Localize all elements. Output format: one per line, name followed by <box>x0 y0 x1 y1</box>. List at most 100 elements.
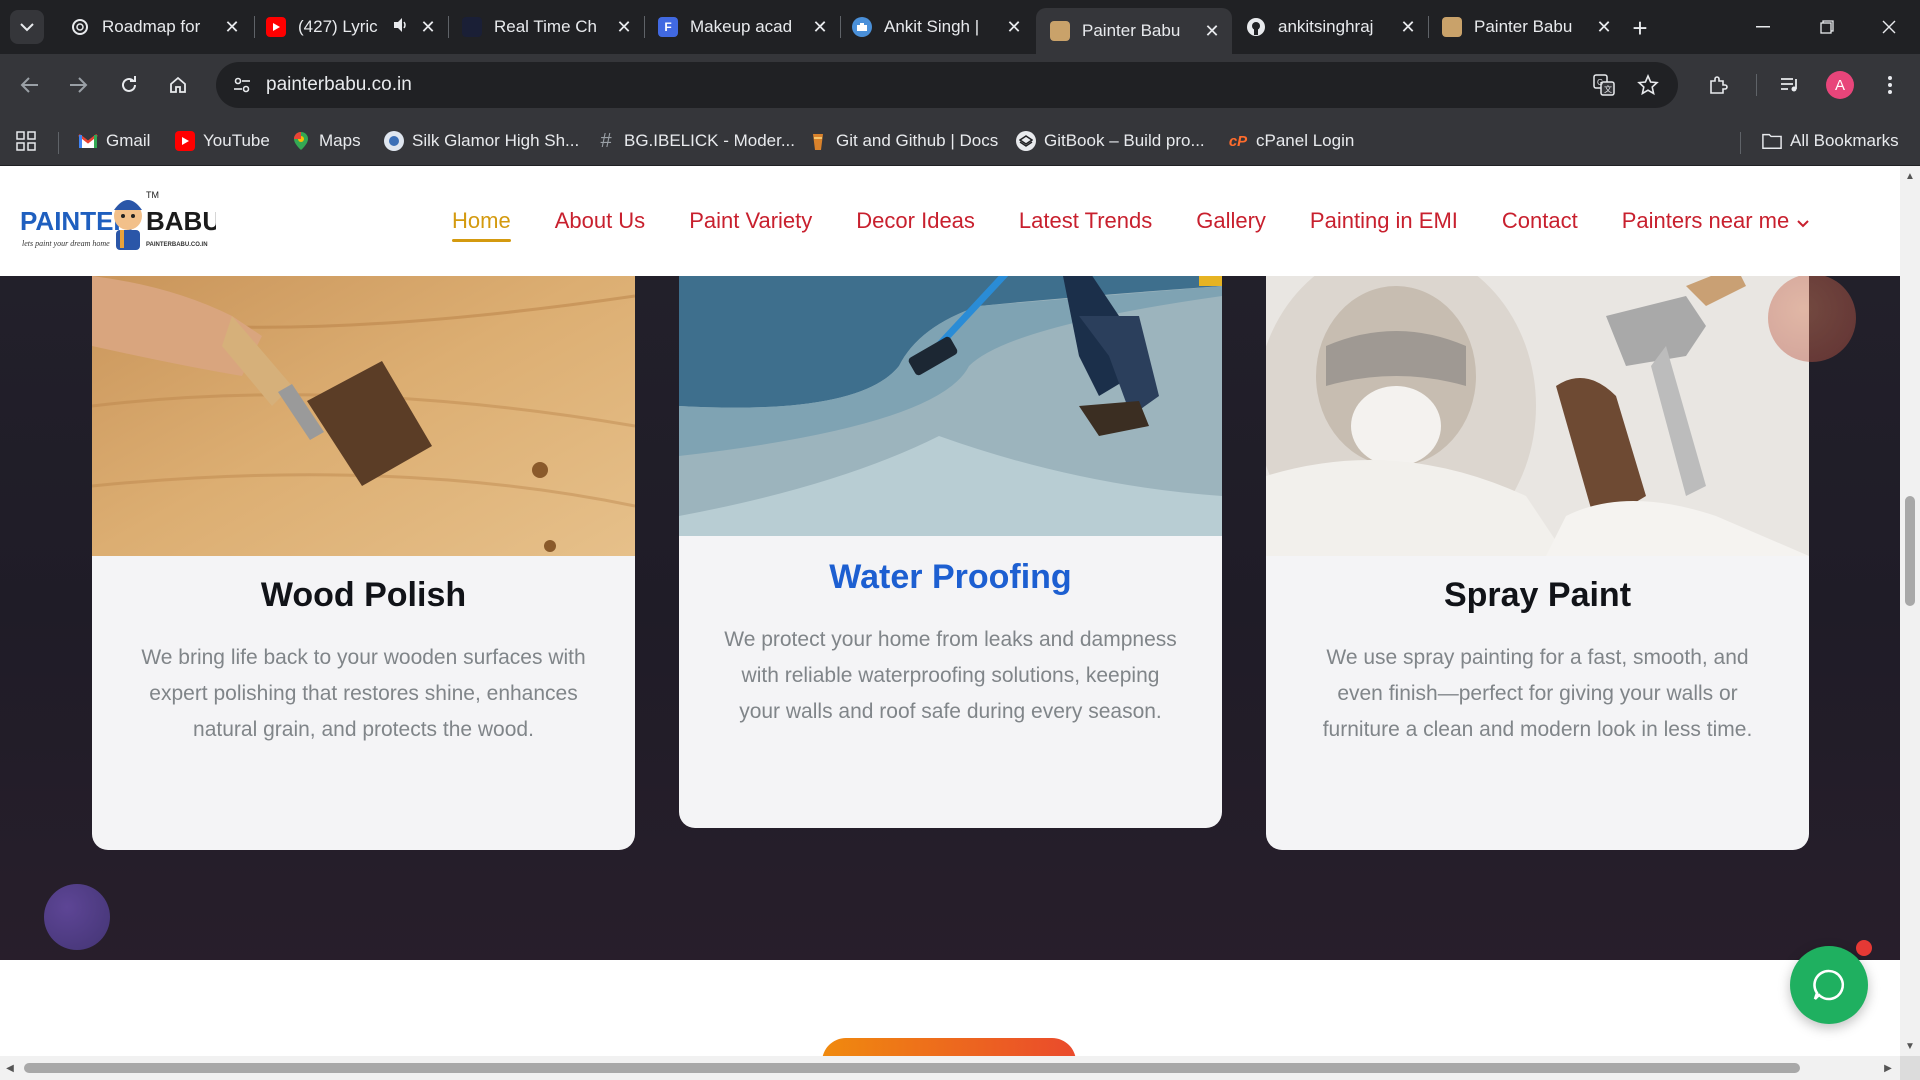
browser-menu-button[interactable] <box>1874 69 1906 101</box>
bookmark-maps[interactable]: Maps <box>291 128 361 154</box>
service-card-wood-polish: Wood Polish We bring life back to your w… <box>92 256 635 850</box>
nav-painting-in-emi[interactable]: Painting in EMI <box>1310 208 1458 234</box>
new-tab-button[interactable]: + <box>1626 13 1654 43</box>
bookmark-gmail[interactable]: Gmail <box>78 128 150 154</box>
card-title: Wood Polish <box>260 576 467 614</box>
nav-about-us[interactable]: About Us <box>555 208 646 234</box>
nav-home[interactable]: Home <box>452 208 511 242</box>
bookmark-youtube[interactable]: YouTube <box>175 128 270 154</box>
translate-icon: G文 <box>1593 74 1615 96</box>
minimize-button[interactable] <box>1740 10 1786 44</box>
browser-tab-1[interactable]: (427) Lyric ✕ <box>252 8 448 46</box>
nav-decor-ideas[interactable]: Decor Ideas <box>856 208 975 234</box>
scrollbar-corner <box>1900 1056 1920 1080</box>
browser-tab-2[interactable]: Real Time Ch ✕ <box>448 8 644 46</box>
scrollbar-thumb[interactable] <box>1905 496 1915 606</box>
close-icon[interactable]: ✕ <box>1004 17 1024 37</box>
scroll-right-icon[interactable]: ▶ <box>1882 1062 1894 1074</box>
browser-tab-6[interactable]: ankitsinghraj ✕ <box>1232 8 1428 46</box>
bookmark-star-button[interactable] <box>1632 69 1664 101</box>
close-icon[interactable]: ✕ <box>1398 17 1418 37</box>
bookmark-bgibelick[interactable]: # BG.IBELICK - Moder... <box>596 128 795 154</box>
home-icon <box>170 76 186 93</box>
nav-gallery[interactable]: Gallery <box>1196 208 1266 234</box>
bookmark-silk[interactable]: Silk Glamor High Sh... <box>384 128 579 154</box>
close-icon <box>1882 20 1896 34</box>
whatsapp-notification-dot <box>1856 940 1872 956</box>
tune-icon <box>234 77 250 93</box>
browser-tab-3[interactable]: F Makeup acad ✕ <box>644 8 840 46</box>
card-title[interactable]: Water Proofing <box>679 558 1222 597</box>
close-icon[interactable]: ✕ <box>614 17 634 37</box>
address-bar[interactable]: painterbabu.co.in G文 <box>216 62 1678 108</box>
tab-search-button[interactable] <box>10 10 44 44</box>
close-icon[interactable]: ✕ <box>418 17 438 37</box>
close-window-button[interactable] <box>1866 10 1912 44</box>
bookmark-label: YouTube <box>203 131 270 150</box>
arrow-right-icon <box>70 77 88 93</box>
scroll-down-icon[interactable]: ▼ <box>1904 1040 1916 1052</box>
url-text[interactable]: painterbabu.co.in <box>266 74 412 96</box>
translate-button[interactable]: G文 <box>1588 69 1620 101</box>
painter-babu-icon <box>1050 21 1070 41</box>
close-icon[interactable]: ✕ <box>1202 21 1222 41</box>
bookmarks-bar: Gmail YouTube Maps Silk Glamor High Sh..… <box>0 116 1920 166</box>
close-icon[interactable]: ✕ <box>1594 17 1614 37</box>
restore-icon <box>1820 20 1834 34</box>
all-bookmarks-button[interactable]: All Bookmarks <box>1762 128 1899 154</box>
silk-icon <box>384 131 404 151</box>
tab-title: Ankit Singh | <box>884 17 980 36</box>
nav-contact[interactable]: Contact <box>1502 208 1578 234</box>
browser-tab-5[interactable]: Painter Babu ✕ <box>1036 8 1232 54</box>
media-control-button[interactable] <box>1774 69 1806 101</box>
svg-text:文: 文 <box>1604 84 1612 94</box>
extensions-button[interactable] <box>1702 69 1734 101</box>
tab-title: Painter Babu <box>1474 17 1573 36</box>
chevron-down-icon <box>20 23 34 32</box>
tab-strip: Roadmap for ✕ (427) Lyric ✕ Real Time Ch… <box>0 0 1920 54</box>
playlist-icon <box>1781 78 1797 92</box>
youtube-icon <box>266 17 286 37</box>
reload-button[interactable] <box>113 69 145 101</box>
profile-avatar[interactable]: A <box>1826 71 1854 99</box>
back-button[interactable] <box>14 69 46 101</box>
chevron-down-icon <box>1797 215 1809 233</box>
arrow-left-icon <box>20 77 38 93</box>
svg-text:lets paint your dream home: lets paint your dream home <box>22 239 110 248</box>
site-info-button[interactable] <box>226 69 258 101</box>
forward-button[interactable] <box>62 69 94 101</box>
speaker-icon[interactable] <box>392 17 410 38</box>
close-icon[interactable]: ✕ <box>810 17 830 37</box>
tab-title: ankitsinghraj <box>1278 17 1374 36</box>
scroll-left-icon[interactable]: ◀ <box>4 1062 16 1074</box>
bookmark-gitbook[interactable]: GitBook – Build pro... <box>1016 128 1205 154</box>
whatsapp-chat-button[interactable] <box>1790 946 1868 1024</box>
git-icon <box>808 131 828 151</box>
site-logo[interactable]: PAINTER BABU TM lets paint your dream ho… <box>20 186 221 258</box>
scroll-up-icon[interactable]: ▲ <box>1904 170 1916 182</box>
nav-latest-trends[interactable]: Latest Trends <box>1019 208 1152 234</box>
horizontal-scrollbar[interactable]: ◀ ▶ <box>0 1056 1900 1080</box>
browser-tab-4[interactable]: Ankit Singh | ✕ <box>838 8 1034 46</box>
bookmark-label: Gmail <box>106 131 151 150</box>
service-card-water-proofing: Water Proofing We protect your home from… <box>679 256 1222 828</box>
scrollbar-thumb[interactable] <box>24 1063 1800 1073</box>
web-page: PAINTER BABU TM lets paint your dream ho… <box>0 166 1900 1056</box>
browser-tab-7[interactable]: Painter Babu ✕ <box>1428 8 1624 46</box>
bookmark-git-docs[interactable]: Git and Github | Docs <box>808 128 998 154</box>
folder-icon <box>1762 131 1782 151</box>
nav-painters-near-me[interactable]: Painters near me <box>1622 208 1810 234</box>
apps-button[interactable] <box>16 128 36 154</box>
restore-button[interactable] <box>1804 10 1850 44</box>
cta-button[interactable] <box>822 1038 1076 1056</box>
bookmark-label: cPanel Login <box>1256 131 1355 150</box>
close-icon[interactable]: ✕ <box>222 17 242 37</box>
vertical-scrollbar[interactable]: ▲ ▼ <box>1900 166 1920 1056</box>
tab-title: Real Time Ch <box>494 17 597 36</box>
nav-paint-variety[interactable]: Paint Variety <box>689 208 812 234</box>
home-button[interactable] <box>162 69 194 101</box>
wood-polish-image <box>92 256 635 556</box>
browser-tab-0[interactable]: Roadmap for ✕ <box>56 8 252 46</box>
bookmark-cpanel[interactable]: cP cPanel Login <box>1228 128 1355 154</box>
bookmark-label: Silk Glamor High Sh... <box>412 131 580 150</box>
